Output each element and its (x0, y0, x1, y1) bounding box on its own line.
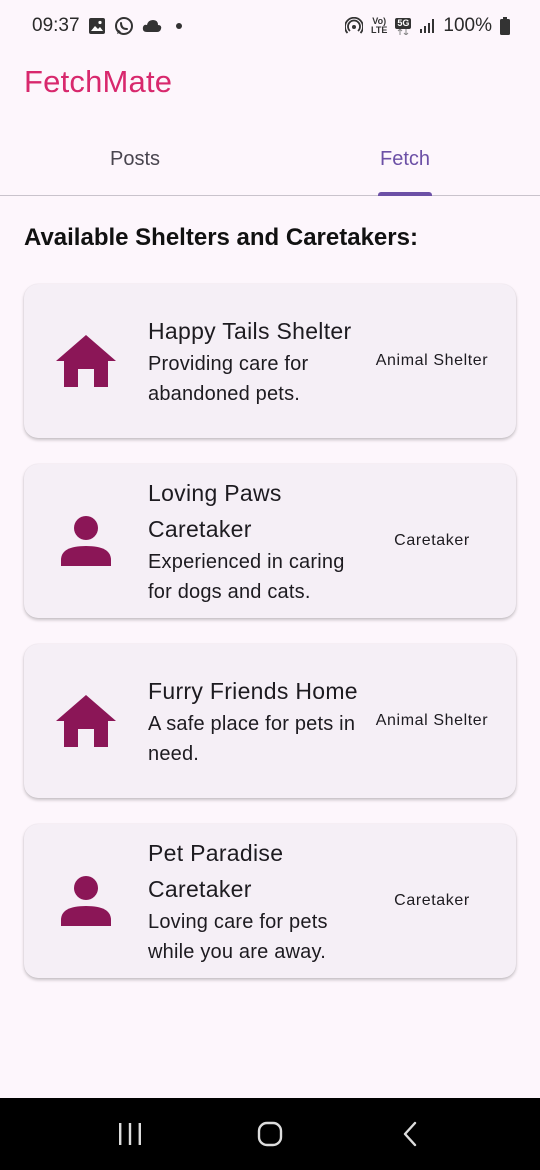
card-type: Animal Shelter (375, 352, 489, 369)
person-icon (24, 464, 148, 618)
battery-text: 100% (443, 15, 492, 36)
card-title: Loving Paws Caretaker (148, 480, 282, 542)
list-item[interactable]: Loving Paws Caretaker Experienced in car… (24, 464, 516, 618)
back-icon[interactable] (380, 1104, 440, 1164)
card-title: Happy Tails Shelter (148, 318, 352, 344)
tab-fetch[interactable]: Fetch (270, 128, 540, 196)
section-heading: Available Shelters and Caretakers: (24, 224, 418, 251)
shelter-list: Happy Tails Shelter Providing care for a… (24, 284, 516, 1004)
card-body: Furry Friends Home A safe place for pets… (148, 673, 362, 769)
card-title: Furry Friends Home (148, 678, 358, 704)
house-icon (24, 644, 148, 798)
card-body: Loving Paws Caretaker Experienced in car… (148, 475, 362, 607)
tab-fetch-label: Fetch (379, 148, 431, 170)
card-description: Experienced in caring for dogs and cats. (148, 551, 345, 603)
app-bar: FetchMate (0, 52, 540, 112)
person-icon (24, 824, 148, 978)
hotspot-icon (345, 17, 364, 35)
status-bar: 09:37 Vo) LTE 5G 100% (0, 0, 540, 52)
notification-dot (175, 23, 182, 29)
signal-icon (419, 18, 435, 34)
status-time: 09:37 (32, 15, 80, 36)
card-type: Caretaker (394, 892, 470, 909)
tab-active-indicator (378, 192, 432, 196)
recent-apps-icon[interactable] (100, 1104, 160, 1164)
card-description: Providing care for abandoned pets. (148, 353, 309, 405)
house-icon (24, 284, 148, 438)
tab-bar: Posts Fetch (0, 128, 540, 196)
card-description: Loving care for pets while you are away. (148, 911, 328, 963)
system-nav-bar (0, 1098, 540, 1170)
status-right: Vo) LTE 5G 100% (345, 15, 510, 37)
card-body: Pet Paradise Caretaker Loving care for p… (148, 835, 362, 967)
home-icon[interactable] (240, 1104, 300, 1164)
card-title: Pet Paradise Caretaker (148, 840, 284, 902)
card-type: Caretaker (394, 532, 470, 549)
5g-label: 5G (395, 17, 412, 29)
battery-icon (500, 17, 510, 35)
list-item[interactable]: Happy Tails Shelter Providing care for a… (24, 284, 516, 438)
card-description: A safe place for pets in need. (148, 713, 356, 765)
status-left: 09:37 (32, 15, 182, 37)
tab-posts[interactable]: Posts (0, 128, 270, 195)
tab-posts-label: Posts (109, 148, 161, 170)
volte-icon: Vo) LTE (371, 16, 388, 35)
whatsapp-icon (114, 16, 134, 36)
image-icon (88, 17, 106, 35)
app-title: FetchMate (24, 64, 173, 99)
list-item[interactable]: Furry Friends Home A safe place for pets… (24, 644, 516, 798)
5g-icon: 5G (395, 17, 412, 35)
list-item[interactable]: Pet Paradise Caretaker Loving care for p… (24, 824, 516, 978)
cloud-icon (142, 19, 162, 33)
card-type: Animal Shelter (375, 712, 489, 729)
card-body: Happy Tails Shelter Providing care for a… (148, 313, 362, 409)
